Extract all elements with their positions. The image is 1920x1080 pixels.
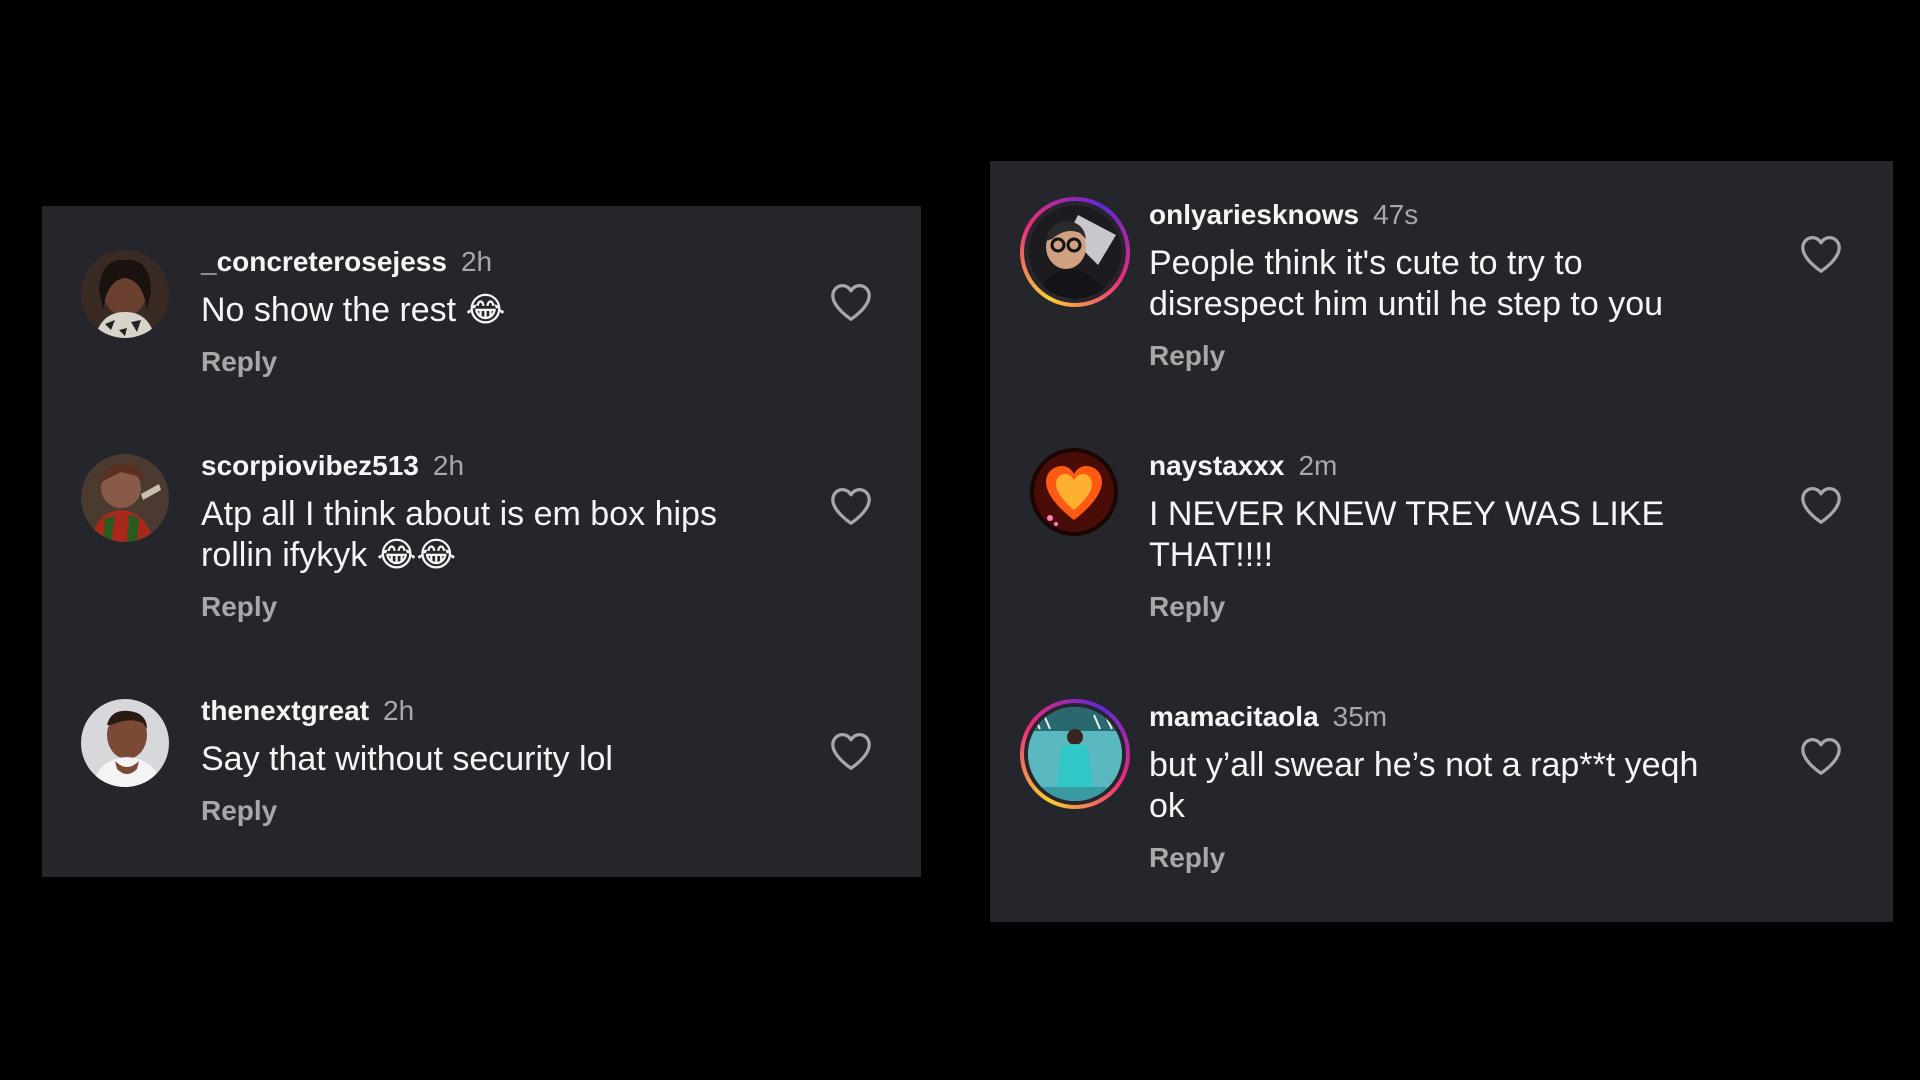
comment-meta: mamacitaola 35m <box>1149 699 1763 735</box>
comments-panel-right: onlyariesknows 47s People think it's cute… <box>990 161 1893 922</box>
heart-icon[interactable] <box>1799 234 1843 274</box>
reply-button[interactable]: Reply <box>1149 339 1225 373</box>
comment-meta: onlyariesknows 47s <box>1149 197 1763 233</box>
username[interactable]: thenextgreat <box>201 695 369 726</box>
comments-panel-left: _concreterosejess 2h No show the rest 😂 R… <box>42 206 921 877</box>
username[interactable]: mamacitaola <box>1149 701 1319 732</box>
heart-icon[interactable] <box>829 486 873 526</box>
comment-body: onlyariesknows 47s People think it's cute… <box>1149 197 1763 373</box>
comment-text: People think it's cute to try to disresp… <box>1149 244 1664 323</box>
timestamp: 2h <box>460 246 493 277</box>
heart-icon[interactable] <box>1799 485 1843 525</box>
heart-icon[interactable] <box>829 731 873 771</box>
comment-meta: thenextgreat 2h <box>201 693 791 729</box>
comment-body: naystaxxx 2m I NEVER KNEW TREY WAS LIKE T… <box>1149 448 1763 624</box>
reply-button[interactable]: Reply <box>201 590 277 624</box>
comment-text: No show the rest 😂 <box>201 291 506 329</box>
comment-meta: scorpiovibez513 2h <box>201 448 791 484</box>
timestamp: 2h <box>383 695 415 726</box>
avatar[interactable] <box>1020 699 1130 809</box>
avatar[interactable] <box>81 699 169 787</box>
avatar[interactable] <box>1020 197 1130 307</box>
username[interactable]: _concreterosejess <box>201 246 447 277</box>
comment-text: but y’all swear he’s not a rap**t yeqh o… <box>1149 746 1699 825</box>
timestamp: 47s <box>1373 199 1419 230</box>
comment-body: scorpiovibez513 2h Atp all I think about … <box>201 448 791 624</box>
comment-text: Atp all I think about is em box hips rol… <box>201 495 717 574</box>
comment-body: mamacitaola 35m but y’all swear he’s not … <box>1149 699 1763 875</box>
reply-button[interactable]: Reply <box>1149 841 1225 875</box>
timestamp: 35m <box>1332 701 1388 732</box>
reply-button[interactable]: Reply <box>201 794 277 828</box>
reply-button[interactable]: Reply <box>1149 590 1225 624</box>
avatar-image <box>1024 201 1126 303</box>
comment-text: Say that without security lol <box>201 740 613 778</box>
comment-body: thenextgreat 2h Say that without security… <box>201 693 791 828</box>
comment-meta: naystaxxx 2m <box>1149 448 1763 484</box>
reply-button[interactable]: Reply <box>201 345 277 379</box>
comment-meta: _concreterosejess 2h <box>201 244 791 280</box>
avatar[interactable] <box>1030 448 1118 536</box>
timestamp: 2m <box>1298 450 1338 481</box>
username[interactable]: scorpiovibez513 <box>201 450 419 481</box>
comment-text: I NEVER KNEW TREY WAS LIKE THAT!!!! <box>1149 495 1665 574</box>
heart-icon[interactable] <box>1799 736 1843 776</box>
heart-icon[interactable] <box>829 282 873 322</box>
timestamp: 2h <box>432 450 465 481</box>
username[interactable]: naystaxxx <box>1149 450 1284 481</box>
avatar[interactable] <box>81 454 169 542</box>
avatar-image <box>1024 703 1126 805</box>
avatar[interactable] <box>81 250 169 338</box>
username[interactable]: onlyariesknows <box>1149 199 1359 230</box>
comment-body: _concreterosejess 2h No show the rest 😂 R… <box>201 244 791 379</box>
